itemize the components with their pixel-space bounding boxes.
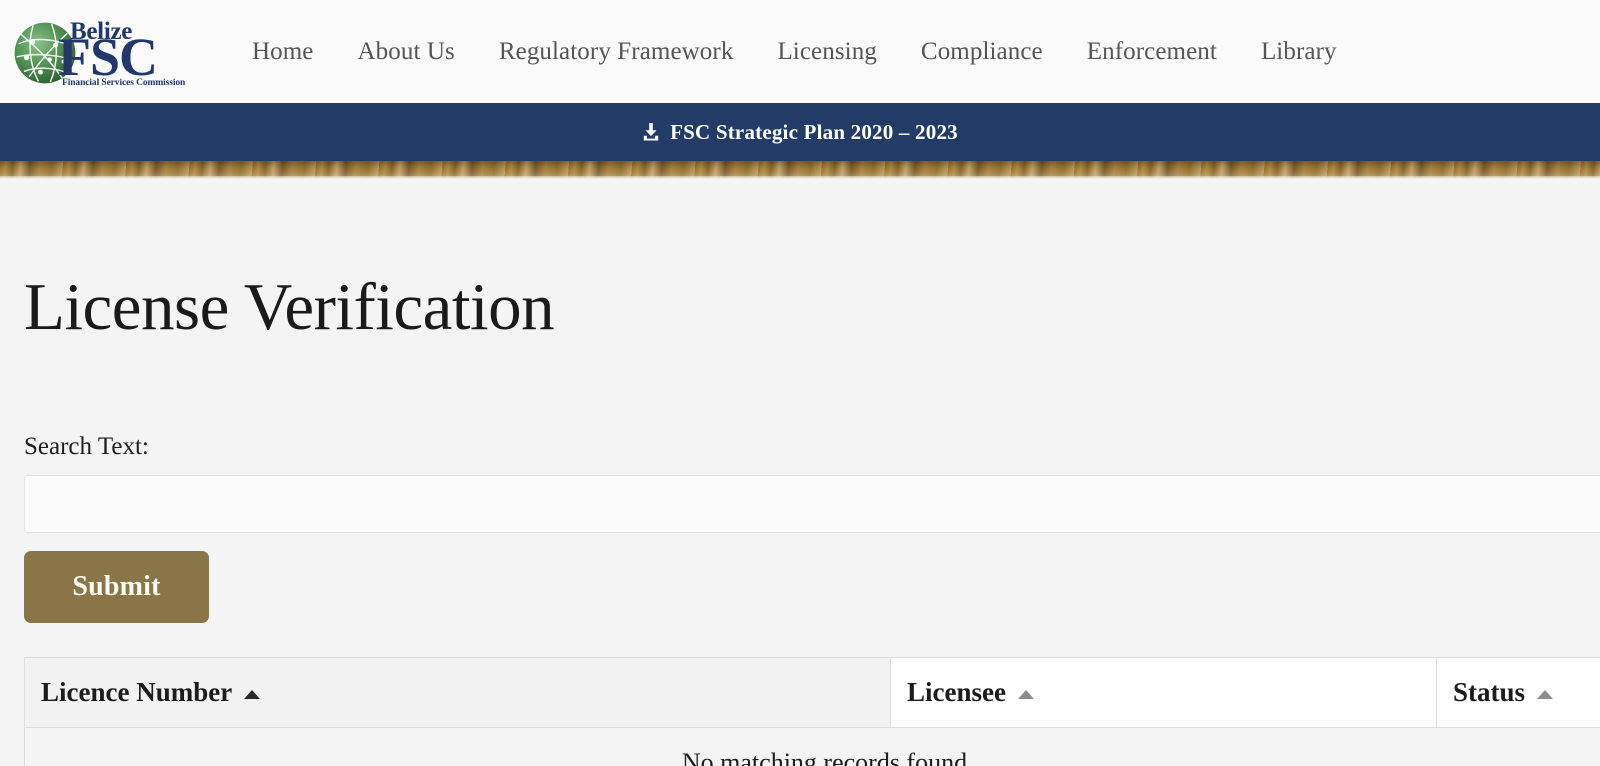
sort-ascending-icon[interactable] xyxy=(244,690,261,699)
column-header-status-label: Status xyxy=(1453,677,1526,707)
logo-tagline: Financial Services Commission xyxy=(62,77,186,88)
table-header-row: Licence Number Licensee Status xyxy=(24,657,1600,728)
sort-ascending-icon[interactable] xyxy=(1017,690,1034,699)
site-header: Belize FSC Financial Services Commission… xyxy=(0,0,1600,103)
strategic-plan-banner[interactable]: FSC Strategic Plan 2020 – 2023 xyxy=(0,103,1600,161)
table-body: No matching records found xyxy=(24,727,1600,766)
nav-item-about-us[interactable]: About Us xyxy=(336,38,477,66)
submit-button[interactable]: Submit xyxy=(24,551,209,623)
table-empty-row: No matching records found xyxy=(24,727,1600,766)
column-header-licence-number-label: Licence Number xyxy=(41,677,233,707)
search-form: Search Text: Submit xyxy=(24,341,1600,623)
search-input-label: Search Text: xyxy=(24,433,149,460)
results-table-container: Licence Number Licensee Status No matchi… xyxy=(24,657,1600,766)
logo-brand-main: FSC xyxy=(58,26,158,87)
site-logo[interactable]: Belize FSC Financial Services Commission xyxy=(10,12,185,92)
column-header-licensee[interactable]: Licensee xyxy=(890,657,1437,728)
hero-image-strip xyxy=(0,161,1600,179)
column-header-licensee-label: Licensee xyxy=(907,677,1006,707)
nav-item-enforcement[interactable]: Enforcement xyxy=(1065,38,1239,66)
empty-message: No matching records found xyxy=(24,727,1600,766)
column-header-status[interactable]: Status xyxy=(1436,657,1600,728)
nav-item-regulatory-framework[interactable]: Regulatory Framework xyxy=(477,38,756,66)
table-header: Licence Number Licensee Status xyxy=(24,657,1600,728)
column-header-licence-number[interactable]: Licence Number xyxy=(24,657,891,728)
download-icon xyxy=(643,123,659,141)
search-input[interactable] xyxy=(24,475,1600,533)
nav-item-home[interactable]: Home xyxy=(230,38,336,66)
nav-item-compliance[interactable]: Compliance xyxy=(899,38,1065,66)
sort-ascending-icon[interactable] xyxy=(1537,690,1554,699)
nav-item-licensing[interactable]: Licensing xyxy=(755,38,898,66)
banner-label: FSC Strategic Plan 2020 – 2023 xyxy=(670,119,958,144)
nav-item-library[interactable]: Library xyxy=(1239,38,1359,66)
license-results-table: Licence Number Licensee Status No matchi… xyxy=(24,657,1600,766)
page-content: License Verification Search Text: Submit… xyxy=(0,179,1600,766)
page-title: License Verification xyxy=(24,270,555,344)
main-navigation: Home About Us Regulatory Framework Licen… xyxy=(230,38,1359,66)
